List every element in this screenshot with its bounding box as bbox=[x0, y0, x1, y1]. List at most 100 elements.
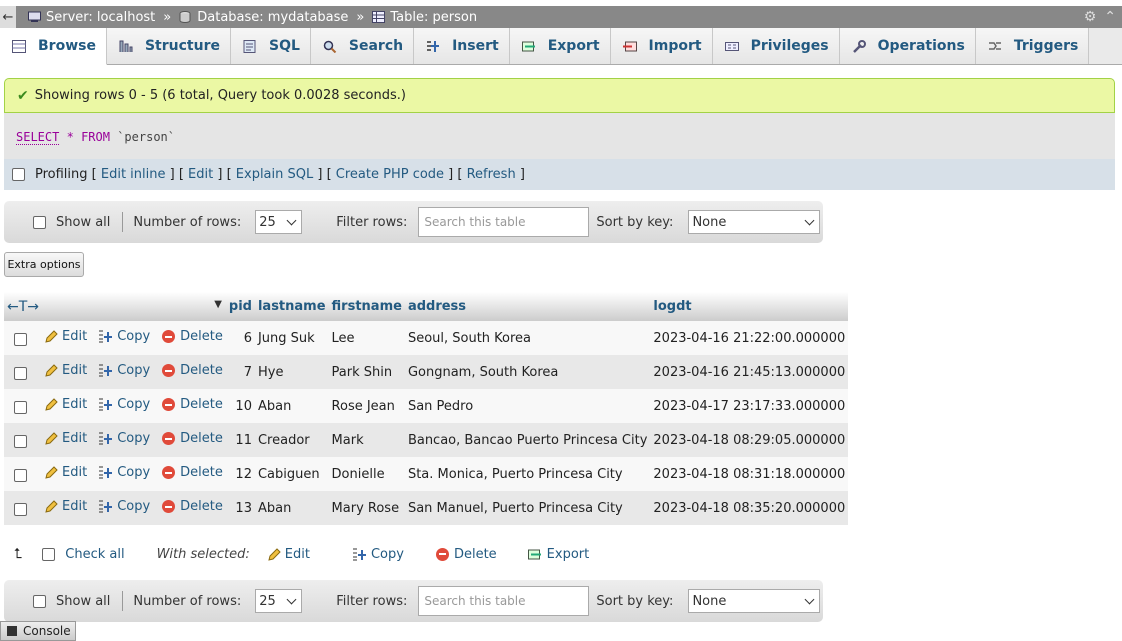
row-delete-button[interactable]: Delete bbox=[162, 397, 223, 412]
row-edit-button[interactable]: Edit bbox=[45, 465, 87, 480]
tab-browse[interactable]: Browse bbox=[0, 28, 107, 65]
rows-select[interactable]: 25 bbox=[255, 210, 303, 234]
console-button[interactable]: Console bbox=[0, 621, 76, 641]
row-delete-button[interactable]: Delete bbox=[162, 499, 223, 514]
cell-firstname[interactable]: Mary Rose bbox=[328, 491, 405, 525]
edit-query-link[interactable]: Edit bbox=[188, 167, 213, 182]
row-edit-button[interactable]: Edit bbox=[45, 397, 87, 412]
row-checkbox[interactable] bbox=[14, 469, 27, 482]
breadcrumb-table[interactable]: Table: person bbox=[372, 10, 477, 25]
tab-structure[interactable]: Structure bbox=[106, 28, 231, 64]
cell-lastname[interactable]: Aban bbox=[254, 491, 329, 525]
sort-by-key-select[interactable]: None bbox=[688, 210, 821, 234]
column-resize-arrows-icon[interactable]: ←T→ bbox=[7, 299, 39, 315]
cell-firstname[interactable]: Donielle bbox=[328, 457, 405, 491]
filter-rows-input[interactable]: Search this table bbox=[418, 207, 590, 237]
cell-address[interactable]: San Pedro bbox=[404, 389, 651, 423]
sort-down-icon[interactable]: ▼ bbox=[214, 299, 222, 310]
cell-address[interactable]: Bancao, Bancao Puerto Princesa City bbox=[404, 423, 651, 457]
bulk-export-button[interactable]: Export bbox=[527, 547, 589, 562]
back-arrow-icon[interactable]: ← bbox=[0, 6, 16, 28]
check-all-checkbox[interactable] bbox=[42, 547, 56, 561]
extra-options-button[interactable]: Extra options bbox=[4, 252, 84, 277]
row-checkbox[interactable] bbox=[14, 333, 27, 346]
cell-logdt[interactable]: 2023-04-16 21:22:00.000000 bbox=[650, 321, 849, 355]
explain-sql-link[interactable]: Explain SQL bbox=[236, 167, 313, 182]
cell-lastname[interactable]: Cabiguen bbox=[254, 457, 329, 491]
row-edit-button[interactable]: Edit bbox=[45, 363, 87, 378]
cell-firstname[interactable]: Park Shin bbox=[328, 355, 405, 389]
row-copy-button[interactable]: Copy bbox=[98, 397, 150, 412]
column-header-address[interactable]: address bbox=[404, 292, 651, 321]
check-all-link[interactable]: Check all bbox=[65, 547, 124, 562]
tab-operations[interactable]: Operations bbox=[839, 28, 976, 64]
column-header-pid[interactable]: pid bbox=[225, 292, 255, 321]
filter-rows-input[interactable]: Search this table bbox=[418, 586, 590, 616]
cell-logdt[interactable]: 2023-04-18 08:35:20.000000 bbox=[650, 491, 849, 525]
row-copy-button[interactable]: Copy bbox=[98, 329, 150, 344]
row-edit-button[interactable]: Edit bbox=[45, 499, 87, 514]
row-copy-button[interactable]: Copy bbox=[98, 431, 150, 446]
collapse-icon[interactable]: ⌃ bbox=[1104, 9, 1116, 25]
bulk-copy-button[interactable]: Copy bbox=[352, 547, 404, 562]
cell-firstname[interactable]: Lee bbox=[328, 321, 405, 355]
cell-address[interactable]: Gongnam, South Korea bbox=[404, 355, 651, 389]
cell-lastname[interactable]: Jung Suk bbox=[254, 321, 329, 355]
column-header-lastname[interactable]: lastname bbox=[254, 292, 329, 321]
column-arrows-header[interactable]: ←T→ ▼ bbox=[4, 292, 226, 321]
cell-logdt[interactable]: 2023-04-16 21:45:13.000000 bbox=[650, 355, 849, 389]
cell-pid[interactable]: 6 bbox=[225, 321, 255, 355]
row-checkbox[interactable] bbox=[14, 367, 27, 380]
cell-logdt[interactable]: 2023-04-17 23:17:33.000000 bbox=[650, 389, 849, 423]
cell-pid[interactable]: 10 bbox=[225, 389, 255, 423]
row-edit-button[interactable]: Edit bbox=[45, 431, 87, 446]
row-checkbox[interactable] bbox=[14, 435, 27, 448]
tab-import[interactable]: Import bbox=[610, 28, 713, 64]
bulk-edit-button[interactable]: Edit bbox=[268, 547, 310, 562]
sort-by-key-select[interactable]: None bbox=[688, 589, 821, 613]
settings-gear-icon[interactable]: ⚙ bbox=[1084, 9, 1097, 25]
cell-lastname[interactable]: Aban bbox=[254, 389, 329, 423]
row-delete-button[interactable]: Delete bbox=[162, 363, 223, 378]
profiling-checkbox[interactable] bbox=[12, 168, 25, 181]
bulk-delete-button[interactable]: Delete bbox=[435, 547, 497, 562]
show-all-checkbox[interactable] bbox=[33, 215, 46, 229]
tab-privileges[interactable]: Privileges bbox=[712, 28, 840, 64]
cell-pid[interactable]: 12 bbox=[225, 457, 255, 491]
row-checkbox[interactable] bbox=[14, 503, 27, 516]
cell-pid[interactable]: 11 bbox=[225, 423, 255, 457]
row-copy-button[interactable]: Copy bbox=[98, 499, 150, 514]
breadcrumb-database[interactable]: Database: mydatabase bbox=[179, 10, 348, 25]
show-all-checkbox[interactable] bbox=[33, 594, 46, 608]
cell-lastname[interactable]: Creador bbox=[254, 423, 329, 457]
cell-firstname[interactable]: Mark bbox=[328, 423, 405, 457]
row-delete-button[interactable]: Delete bbox=[162, 465, 223, 480]
row-copy-button[interactable]: Copy bbox=[98, 363, 150, 378]
tab-sql[interactable]: SQL bbox=[230, 28, 311, 64]
tab-search[interactable]: Search bbox=[310, 28, 415, 64]
row-delete-button[interactable]: Delete bbox=[162, 329, 223, 344]
column-header-logdt[interactable]: logdt bbox=[650, 292, 849, 321]
row-edit-button[interactable]: Edit bbox=[45, 329, 87, 344]
tab-triggers[interactable]: Triggers bbox=[975, 28, 1090, 64]
cell-pid[interactable]: 13 bbox=[225, 491, 255, 525]
create-php-code-link[interactable]: Create PHP code bbox=[336, 167, 444, 182]
row-copy-button[interactable]: Copy bbox=[98, 465, 150, 480]
column-header-firstname[interactable]: firstname bbox=[328, 292, 405, 321]
cell-logdt[interactable]: 2023-04-18 08:31:18.000000 bbox=[650, 457, 849, 491]
rows-select[interactable]: 25 bbox=[255, 589, 303, 613]
refresh-link[interactable]: Refresh bbox=[467, 167, 516, 182]
edit-inline-link[interactable]: Edit inline bbox=[101, 167, 166, 182]
cell-lastname[interactable]: Hye bbox=[254, 355, 329, 389]
row-checkbox[interactable] bbox=[14, 401, 27, 414]
cell-pid[interactable]: 7 bbox=[225, 355, 255, 389]
row-delete-button[interactable]: Delete bbox=[162, 431, 223, 446]
cell-address[interactable]: Sta. Monica, Puerto Princesa City bbox=[404, 457, 651, 491]
tab-export[interactable]: Export bbox=[509, 28, 611, 64]
breadcrumb-server[interactable]: Server: localhost bbox=[28, 10, 155, 25]
cell-address[interactable]: San Manuel, Puerto Princesa City bbox=[404, 491, 651, 525]
sql-keyword-select[interactable]: SELECT bbox=[16, 130, 60, 145]
tab-insert[interactable]: Insert bbox=[414, 28, 510, 64]
cell-address[interactable]: Seoul, South Korea bbox=[404, 321, 651, 355]
cell-firstname[interactable]: Rose Jean bbox=[328, 389, 405, 423]
